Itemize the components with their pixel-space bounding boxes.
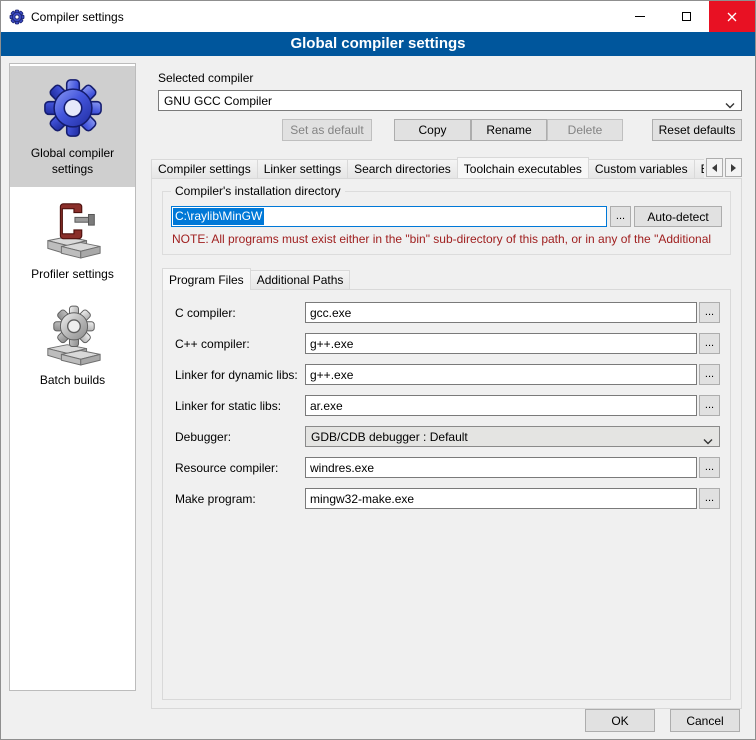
tab-bar: Compiler settingsLinker settingsSearch d…: [151, 156, 742, 178]
field-label-debugger: Debugger:: [175, 430, 305, 444]
titlebar: Compiler settings: [1, 1, 755, 32]
tab-scroll-right-button[interactable]: [725, 158, 742, 177]
subtab-bar: Program FilesAdditional Paths: [162, 267, 734, 289]
compiler-button-row: Set as default CopyRenameDelete Reset defa…: [146, 119, 749, 141]
copy-button[interactable]: Copy: [394, 119, 471, 141]
selected-compiler-combobox[interactable]: GNU GCC Compiler: [158, 90, 742, 111]
installation-directory-input[interactable]: C:\raylib\MinGW: [171, 206, 607, 227]
toolchain-executables-panel: Compiler's installation directory C:\ray…: [151, 178, 742, 709]
c-compiler-browse-button[interactable]: ...: [699, 302, 720, 323]
selected-compiler-label: Selected compiler: [158, 71, 749, 85]
maximize-icon: [682, 12, 691, 21]
page-title: Global compiler settings: [1, 32, 755, 56]
close-button[interactable]: [709, 1, 755, 32]
installation-directory-selected-text: C:\raylib\MinGW: [173, 208, 264, 225]
tab-custom-variables[interactable]: Custom variables: [588, 159, 695, 178]
form-row-make-program: Make program:...: [175, 488, 720, 509]
tab-scroll-left-button[interactable]: [706, 158, 723, 177]
linker-static-input[interactable]: [305, 395, 697, 416]
linker-dynamic-browse-button[interactable]: ...: [699, 364, 720, 385]
resource-compiler-input[interactable]: [305, 457, 697, 478]
set-as-default-button: Set as default: [282, 119, 372, 141]
sidebar-item-profiler-settings[interactable]: Profiler settings: [10, 187, 135, 293]
toolchain-form: C compiler:...C++ compiler:...Linker for…: [175, 302, 720, 509]
tab-search-directories[interactable]: Search directories: [347, 159, 458, 178]
installation-directory-row: C:\raylib\MinGW ... Auto-detect: [171, 206, 722, 227]
cancel-button[interactable]: Cancel: [670, 709, 740, 732]
resource-compiler-browse-button[interactable]: ...: [699, 457, 720, 478]
field-label-cpp-compiler: C++ compiler:: [175, 337, 305, 351]
sidebar-item-global-compiler-settings[interactable]: Global compiler settings: [10, 66, 135, 187]
rename-button[interactable]: Rename: [471, 119, 547, 141]
debugger-selected-value: GDB/CDB debugger : Default: [311, 430, 468, 444]
installation-note: NOTE: All programs must exist either in …: [172, 232, 722, 246]
minimize-icon: [635, 16, 645, 17]
ok-button[interactable]: OK: [585, 709, 655, 732]
installation-directory-group: Compiler's installation directory C:\ray…: [162, 191, 731, 255]
tab-scroll-controls: [704, 158, 742, 177]
subtab-additional-paths[interactable]: Additional Paths: [250, 270, 351, 289]
tabs-strip: Compiler settingsLinker settingsSearch d…: [151, 156, 704, 178]
sidebar-item-batch-builds[interactable]: Batch builds: [10, 293, 135, 399]
gray-gear-bricks-icon: [42, 304, 104, 366]
tab-toolchain-executables[interactable]: Toolchain executables: [457, 157, 589, 178]
close-icon: [727, 12, 737, 22]
cpp-compiler-input[interactable]: [305, 333, 697, 354]
linker-static-browse-button[interactable]: ...: [699, 395, 720, 416]
form-row-resource-compiler: Resource compiler:...: [175, 457, 720, 478]
field-label-resource-compiler: Resource compiler:: [175, 461, 305, 475]
field-label-make-program: Make program:: [175, 492, 305, 506]
installation-directory-group-title: Compiler's installation directory: [171, 184, 345, 198]
debugger-combobox[interactable]: GDB/CDB debugger : Default: [305, 426, 720, 447]
chevron-down-icon: [703, 434, 713, 448]
app-icon: [9, 9, 25, 25]
field-label-linker-static: Linker for static libs:: [175, 399, 305, 413]
field-label-c-compiler: C compiler:: [175, 306, 305, 320]
selected-compiler-value: GNU GCC Compiler: [164, 94, 272, 108]
sidebar-item-label: Batch builds: [40, 373, 105, 389]
chevron-down-icon: [725, 98, 735, 112]
make-program-input[interactable]: [305, 488, 697, 509]
arrow-right-icon: [731, 164, 736, 172]
window-title: Compiler settings: [31, 10, 124, 24]
cpp-compiler-browse-button[interactable]: ...: [699, 333, 720, 354]
tab-build-options[interactable]: Buil: [694, 159, 704, 178]
form-row-linker-static: Linker for static libs:...: [175, 395, 720, 416]
profiler-clamp-icon: [42, 198, 104, 260]
arrow-left-icon: [712, 164, 717, 172]
program-files-panel: C compiler:...C++ compiler:...Linker for…: [162, 289, 731, 700]
form-row-cpp-compiler: C++ compiler:...: [175, 333, 720, 354]
c-compiler-input[interactable]: [305, 302, 697, 323]
blue-gear-icon: [42, 77, 104, 139]
field-label-linker-dynamic: Linker for dynamic libs:: [175, 368, 305, 382]
main-panel: Selected compiler GNU GCC Compiler Set a…: [146, 63, 749, 709]
auto-detect-button[interactable]: Auto-detect: [634, 206, 722, 227]
tab-linker-settings[interactable]: Linker settings: [257, 159, 348, 178]
compiler-settings-window: Compiler settings Global compiler settin…: [0, 0, 756, 740]
form-row-linker-dynamic: Linker for dynamic libs:...: [175, 364, 720, 385]
reset-defaults-button[interactable]: Reset defaults: [652, 119, 742, 141]
form-row-debugger: Debugger: GDB/CDB debugger : Default: [175, 426, 720, 447]
minimize-button[interactable]: [617, 1, 663, 32]
sidebar-item-label: Profiler settings: [31, 267, 114, 283]
tab-compiler-settings[interactable]: Compiler settings: [151, 159, 258, 178]
form-row-c-compiler: C compiler:...: [175, 302, 720, 323]
delete-button: Delete: [547, 119, 623, 141]
installation-directory-browse-button[interactable]: ...: [610, 206, 631, 227]
maximize-button[interactable]: [663, 1, 709, 32]
make-program-browse-button[interactable]: ...: [699, 488, 720, 509]
sidebar-item-label: Global compiler settings: [14, 146, 131, 177]
subtab-program-files[interactable]: Program Files: [162, 268, 251, 290]
linker-dynamic-input[interactable]: [305, 364, 697, 385]
sidebar: Global compiler settings Profiler settin…: [9, 63, 136, 691]
